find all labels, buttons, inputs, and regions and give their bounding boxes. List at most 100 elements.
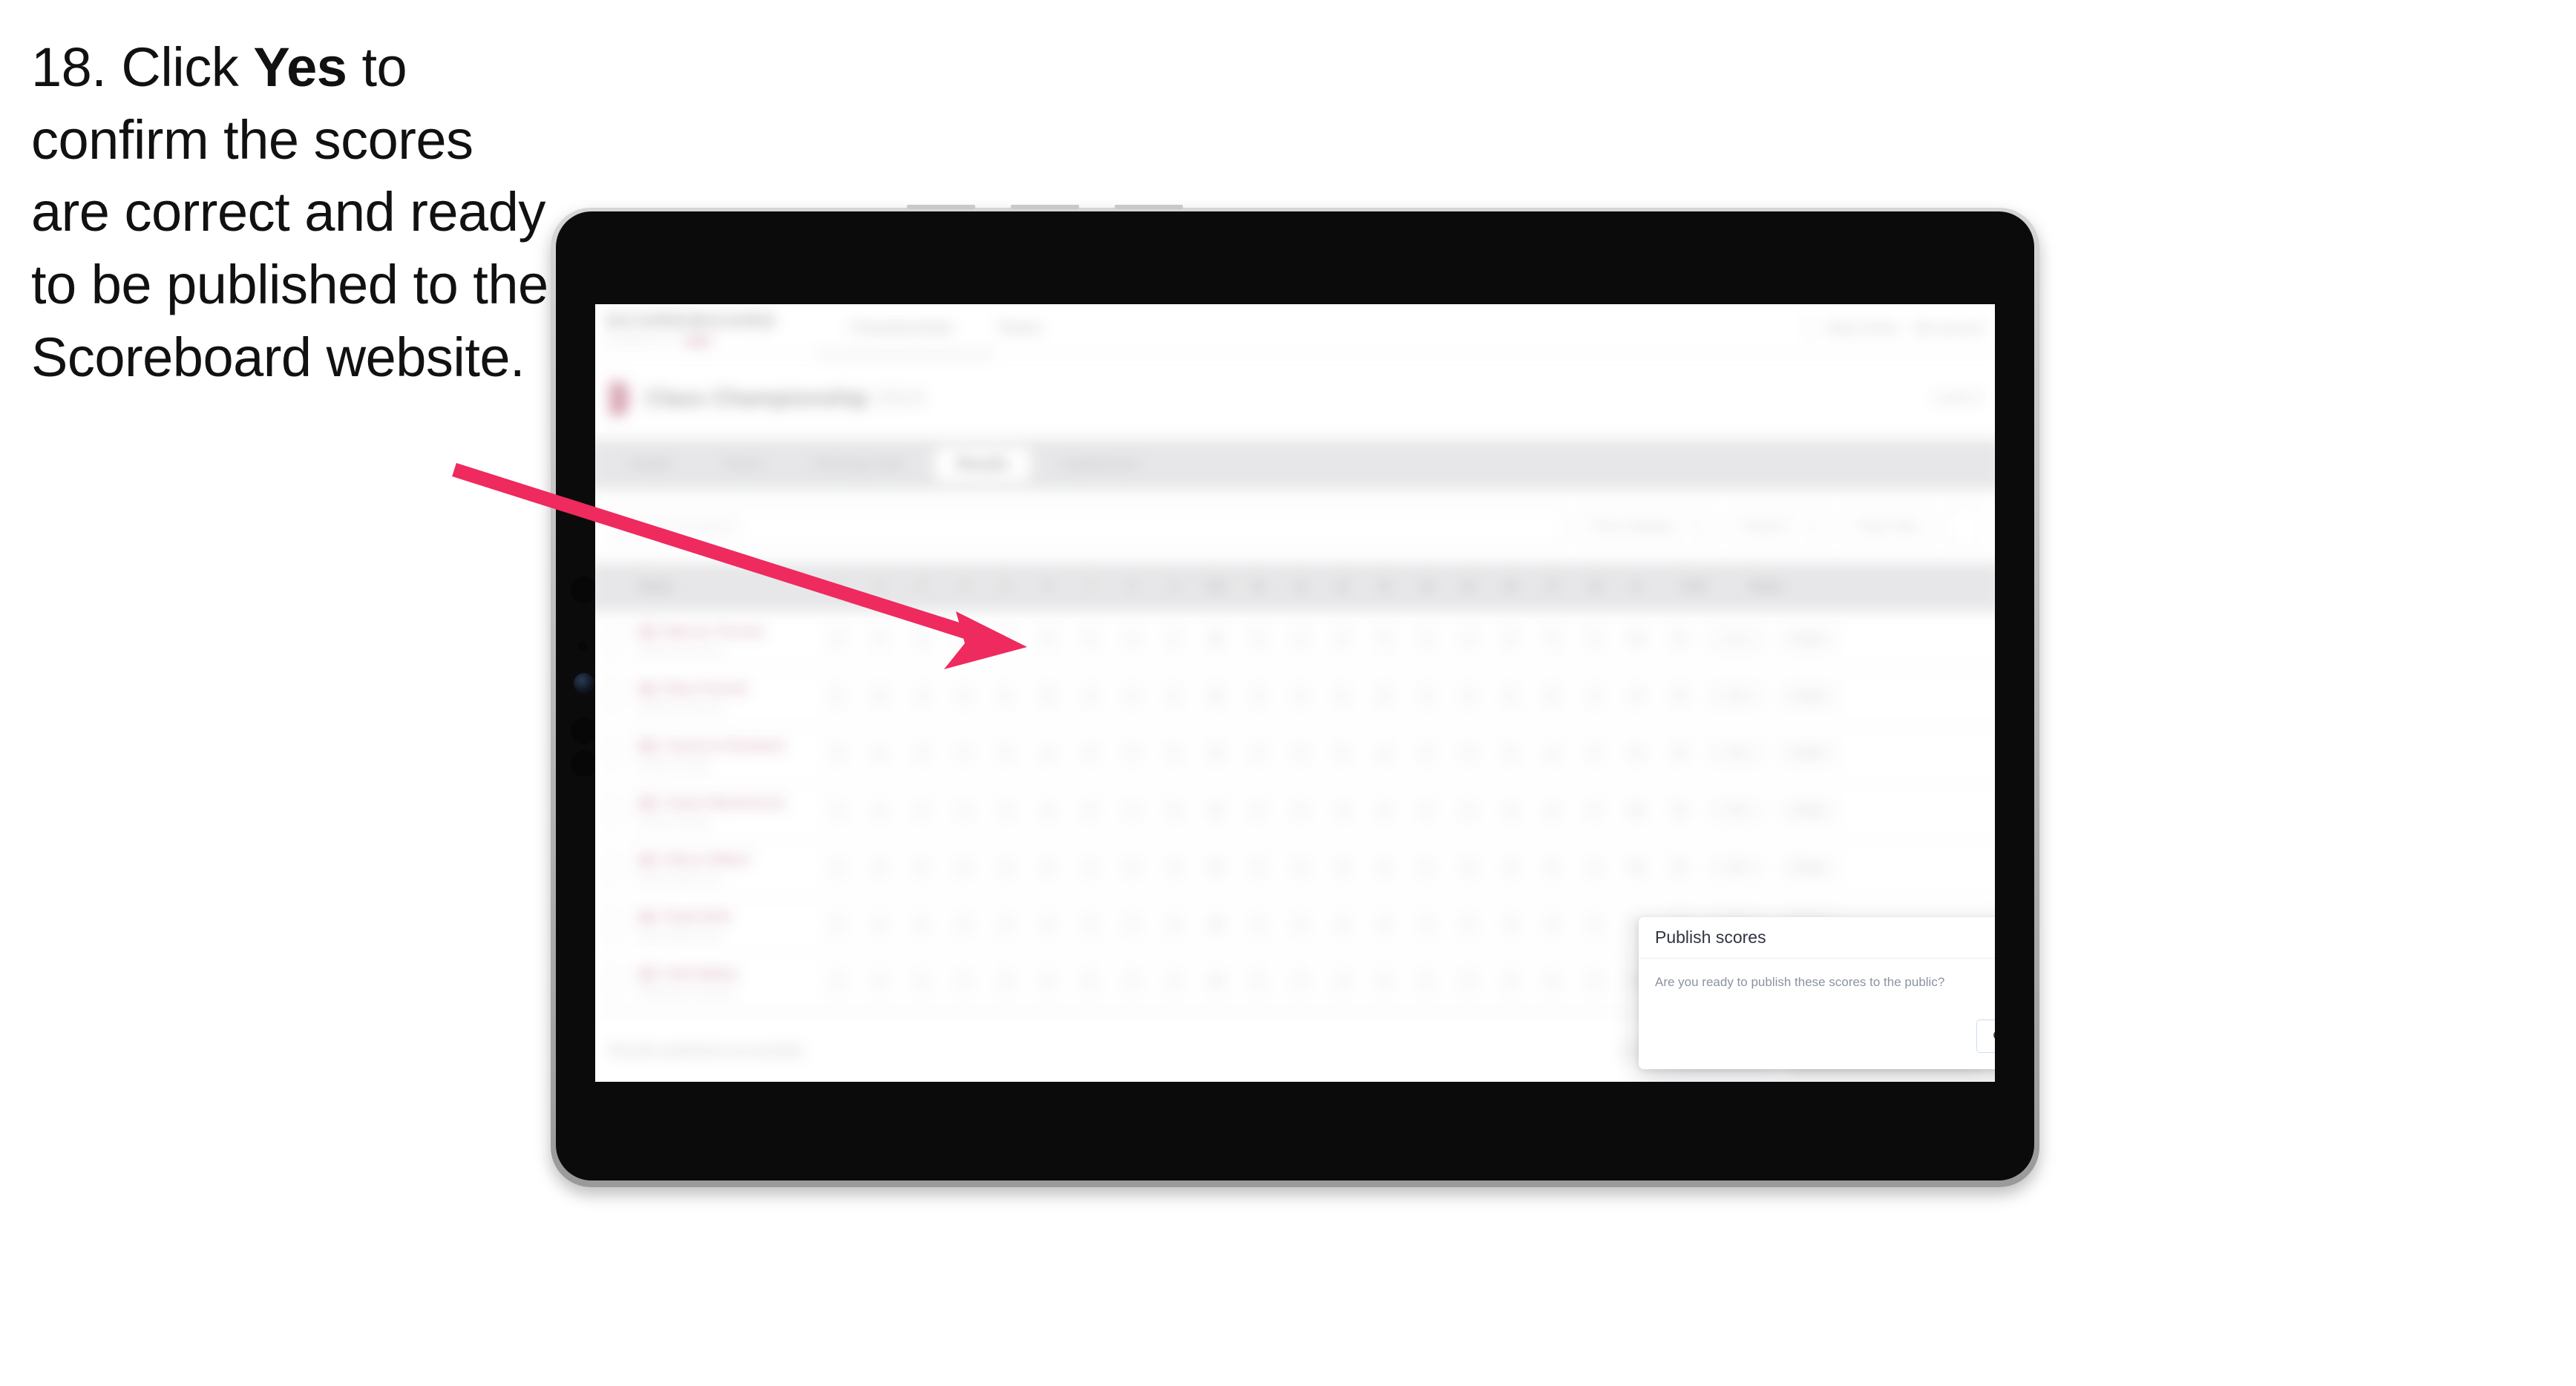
score-cell[interactable]: 4 bbox=[1406, 912, 1448, 938]
score-cell[interactable]: 37 bbox=[1616, 683, 1658, 710]
table-row[interactable]: Oliver Hillard Stone Ridge Club 4 4 4 5 4 4 3 5 4 3… bbox=[595, 840, 1995, 898]
tab-details[interactable]: Details bbox=[606, 447, 695, 482]
score-cell[interactable]: 5 bbox=[1153, 912, 1196, 938]
score-cell[interactable]: 4 bbox=[1153, 683, 1196, 710]
score-cell[interactable]: 5 bbox=[1573, 798, 1616, 824]
score-cell[interactable]: 4 bbox=[1363, 912, 1406, 938]
score-cell[interactable]: 4 bbox=[859, 683, 901, 710]
score-cell[interactable]: 4 bbox=[1489, 912, 1532, 938]
table-row[interactable]: Rhys Parnell Oakfield Academy 5 4 4 3 4 5 4 3 4 36 5… bbox=[595, 669, 1995, 726]
row-checkbox[interactable] bbox=[595, 800, 633, 822]
filter-team-only[interactable]: Team Only bbox=[1843, 507, 1932, 546]
score-cell[interactable]: 4 bbox=[1447, 740, 1489, 767]
score-cell[interactable]: 5 bbox=[1489, 969, 1532, 995]
score-cell[interactable]: 4 bbox=[1532, 798, 1574, 824]
score-cell[interactable]: 3 bbox=[985, 740, 1027, 767]
score-cell[interactable]: 4 bbox=[1573, 969, 1616, 995]
tab-leaderboard[interactable]: Leaderboard bbox=[1035, 447, 1161, 482]
score-cell[interactable]: 4 bbox=[1027, 969, 1069, 995]
row-checkbox[interactable] bbox=[595, 914, 633, 936]
score-cell[interactable]: 4 bbox=[943, 740, 985, 767]
row-player[interactable]: Seth Bailey Westbrook Academy bbox=[633, 966, 816, 998]
score-cell[interactable]: 4 bbox=[985, 912, 1027, 938]
score-cell[interactable]: 3 bbox=[1321, 626, 1363, 653]
score-cell[interactable]: 73 bbox=[1658, 683, 1700, 710]
score-cell[interactable]: 4 bbox=[1406, 969, 1448, 995]
score-cell[interactable]: 5 bbox=[1027, 683, 1069, 710]
score-cell[interactable]: 4 bbox=[1321, 798, 1363, 824]
score-cell[interactable]: 4 bbox=[901, 683, 943, 710]
score-cell[interactable]: 36 bbox=[1195, 683, 1237, 710]
score-cell[interactable]: 76 bbox=[1658, 855, 1700, 881]
score-cell[interactable]: 4 bbox=[816, 969, 859, 995]
filter-prize-category[interactable]: Prize Category bbox=[1578, 507, 1716, 546]
score-cell[interactable]: 4 bbox=[985, 798, 1027, 824]
score-cell[interactable]: 4 bbox=[985, 683, 1027, 710]
score-cell[interactable]: 4 bbox=[901, 969, 943, 995]
score-cell[interactable]: 4 bbox=[816, 855, 859, 881]
score-cell[interactable]: 4 bbox=[943, 912, 985, 938]
score-cell[interactable]: 37 bbox=[1195, 855, 1237, 881]
score-cell[interactable]: 4 bbox=[816, 626, 859, 653]
score-cell[interactable]: 5 bbox=[1489, 740, 1532, 767]
score-cell[interactable]: 4 bbox=[1237, 740, 1279, 767]
table-row[interactable]: Cameron Rowland Hartley Grange 4 4 5 4 3 4 4 5 4 37… bbox=[595, 726, 1995, 784]
score-cell[interactable]: 5 bbox=[859, 969, 901, 995]
score-cell[interactable]: 4 bbox=[1279, 855, 1322, 881]
score-cell[interactable]: 5 bbox=[859, 798, 901, 824]
score-cell[interactable]: 39 bbox=[1195, 912, 1237, 938]
score-cell[interactable]: 4 bbox=[1406, 798, 1448, 824]
device-button-top-2[interactable] bbox=[1011, 205, 1079, 209]
score-cell[interactable]: 4 bbox=[1321, 683, 1363, 710]
score-cell[interactable]: 5 bbox=[1279, 798, 1322, 824]
score-cell[interactable]: 4 bbox=[1447, 683, 1489, 710]
score-cell[interactable]: 5 bbox=[1279, 626, 1322, 653]
score-cell[interactable]: 5 bbox=[1321, 912, 1363, 938]
score-cell[interactable]: 4 bbox=[1363, 740, 1406, 767]
score-cell[interactable]: 4 bbox=[1363, 626, 1406, 653]
score-cell[interactable]: 37 bbox=[1195, 740, 1237, 767]
score-cell[interactable]: 5 bbox=[816, 912, 859, 938]
score-cell[interactable]: 4 bbox=[1489, 683, 1532, 710]
row-checkbox[interactable] bbox=[595, 628, 633, 651]
nav-item-championships[interactable]: Championships bbox=[850, 320, 954, 337]
score-cell[interactable]: 4 bbox=[1406, 626, 1448, 653]
help-centre-link[interactable]: Help Centre bbox=[1826, 321, 1898, 336]
score-cell[interactable]: 37 bbox=[1195, 798, 1237, 824]
score-cell[interactable]: 4 bbox=[1532, 740, 1574, 767]
score-cell[interactable]: 4 bbox=[859, 855, 901, 881]
score-cell[interactable]: 5 bbox=[816, 683, 859, 710]
score-cell[interactable]: 4 bbox=[1532, 626, 1574, 653]
score-cell[interactable]: 4 bbox=[1153, 740, 1196, 767]
score-cell[interactable]: 3 bbox=[1111, 683, 1153, 710]
score-cell[interactable]: 4 bbox=[1363, 855, 1406, 881]
app-brand[interactable]: SCOREBOARD POWERED BY LIVE bbox=[606, 309, 809, 347]
score-cell[interactable]: 5 bbox=[1153, 798, 1196, 824]
score-cell[interactable]: 5 bbox=[985, 969, 1027, 995]
score-cell[interactable]: 4 bbox=[859, 912, 901, 938]
score-cell[interactable]: 4 bbox=[1532, 969, 1574, 995]
score-cell[interactable]: 4 bbox=[1027, 912, 1069, 938]
score-cell[interactable]: 4 bbox=[1489, 855, 1532, 881]
table-row[interactable]: Marcus Turnow Oakfield Academy 4 3 5 4 3 4 5 4 3 35… bbox=[595, 611, 1995, 669]
row-checkbox[interactable] bbox=[595, 857, 633, 878]
score-cell[interactable]: 4 bbox=[1321, 855, 1363, 881]
score-cell[interactable]: 36 bbox=[1616, 626, 1658, 653]
score-cell[interactable]: 4 bbox=[1279, 740, 1322, 767]
row-player[interactable]: Noah Britt Stone Ridge Club bbox=[633, 909, 816, 941]
score-cell[interactable]: 5 bbox=[1363, 969, 1406, 995]
score-cell[interactable]: 5 bbox=[1447, 912, 1489, 938]
score-cell[interactable]: 5 bbox=[1237, 969, 1279, 995]
score-cell[interactable]: 3 bbox=[1027, 798, 1069, 824]
score-cell[interactable]: 4 bbox=[1111, 626, 1153, 653]
score-cell[interactable]: 3 bbox=[1069, 855, 1111, 881]
tab-teams[interactable]: Teams bbox=[700, 447, 787, 482]
score-cell[interactable]: 37 bbox=[1616, 740, 1658, 767]
score-cell[interactable]: 4 bbox=[943, 626, 985, 653]
score-cell[interactable]: 38 bbox=[1616, 798, 1658, 824]
row-player[interactable]: Calum Mackintosh Hartley Grange bbox=[633, 795, 816, 827]
score-cell[interactable]: 3 bbox=[1153, 626, 1196, 653]
settings-icon[interactable] bbox=[1944, 507, 1985, 546]
score-cell[interactable]: 5 bbox=[1069, 626, 1111, 653]
score-cell[interactable]: 4 bbox=[1489, 798, 1532, 824]
